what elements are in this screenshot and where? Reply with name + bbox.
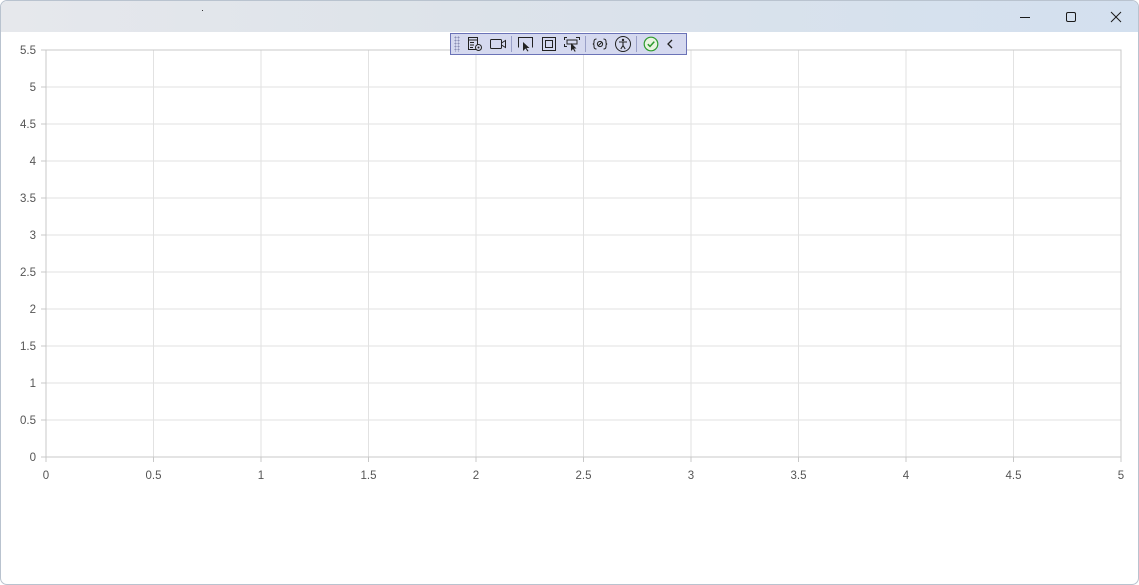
y-tick-label: 0.5 bbox=[20, 415, 36, 427]
toolbar-separator bbox=[585, 36, 586, 52]
x-tick-label: 1 bbox=[258, 470, 264, 482]
x-tick-label: 2 bbox=[473, 470, 479, 482]
y-tick-label: 4.5 bbox=[20, 119, 36, 131]
y-tick-label: 2 bbox=[30, 304, 36, 316]
toolbar-separator bbox=[511, 36, 512, 52]
no-issues-check-icon bbox=[643, 36, 658, 52]
binding-failures-button[interactable] bbox=[588, 34, 611, 54]
display-layout-adorners-button[interactable] bbox=[537, 34, 560, 54]
binding-failures-icon bbox=[592, 38, 607, 50]
x-tick-label: 1.5 bbox=[361, 470, 377, 482]
y-tick-label: 1 bbox=[30, 378, 36, 390]
live-visual-tree-button[interactable] bbox=[463, 34, 486, 54]
collapse-chevron-icon bbox=[667, 39, 673, 49]
x-tick-label: 2.5 bbox=[576, 470, 592, 482]
collapse-toolbar-button[interactable] bbox=[662, 34, 678, 54]
y-tick-label: 3.5 bbox=[20, 193, 36, 205]
y-tick-label: 0 bbox=[30, 452, 36, 464]
x-tick-label: 3 bbox=[688, 470, 694, 482]
display-layout-adorners-icon bbox=[541, 37, 556, 51]
app-window: 0 0.5 1 1.5 2 2.5 3 3.5 4 4.5 5 0 0.5 1 1.5 2 2.5 3 3.5 4 4.… bbox=[0, 0, 1139, 585]
y-tick-label: 5 bbox=[30, 82, 36, 94]
chart: 0 0.5 1 1.5 2 2.5 3 3.5 4 4.5 5 0 0.5 1 1.5 2 2.5 3 3.5 4 4.… bbox=[20, 45, 1124, 482]
y-tick-label: 3 bbox=[30, 230, 36, 242]
y-tick-label: 5.5 bbox=[20, 45, 36, 57]
x-tick-label: 0 bbox=[43, 470, 49, 482]
toolbar-separator bbox=[636, 36, 637, 52]
record-icon bbox=[489, 39, 506, 49]
accessibility-checker-button[interactable] bbox=[611, 34, 634, 54]
live-visual-tree-icon bbox=[467, 37, 482, 51]
y-tick-label: 4 bbox=[30, 156, 37, 168]
y-tick-label: 2.5 bbox=[20, 267, 36, 279]
record-button[interactable] bbox=[486, 34, 509, 54]
y-tick-label: 1.5 bbox=[20, 341, 36, 353]
track-focused-element-icon bbox=[563, 37, 580, 52]
x-tick-label: 3.5 bbox=[791, 470, 807, 482]
x-tick-label: 0.5 bbox=[146, 470, 162, 482]
x-tick-label: 5 bbox=[1118, 470, 1124, 482]
x-tick-label: 4 bbox=[903, 470, 910, 482]
accessibility-checker-icon bbox=[614, 36, 631, 52]
x-tick-label: 4.5 bbox=[1006, 470, 1022, 482]
select-element-button[interactable] bbox=[514, 34, 537, 54]
no-issues-button[interactable] bbox=[639, 34, 662, 54]
track-focused-element-button[interactable] bbox=[560, 34, 583, 54]
select-element-icon bbox=[517, 37, 533, 52]
toolbar-grip[interactable] bbox=[454, 36, 460, 52]
xaml-debug-toolbar[interactable] bbox=[450, 33, 687, 55]
